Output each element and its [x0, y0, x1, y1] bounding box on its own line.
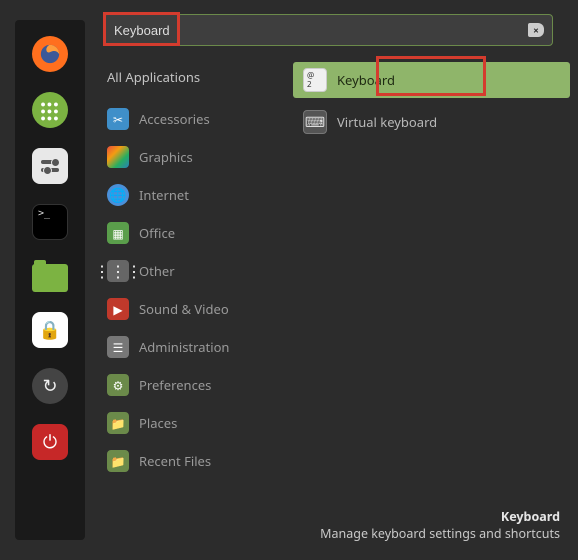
category-sound-video[interactable]: ▶ Sound & Video — [103, 292, 265, 326]
clear-search-icon[interactable]: × — [528, 23, 544, 37]
palette-icon — [107, 146, 129, 168]
category-label: Administration — [139, 338, 229, 356]
footer-description: Manage keyboard settings and shortcuts — [103, 525, 560, 542]
category-label: All Applications — [107, 68, 200, 86]
search-results: Keyboard Virtual keyboard — [293, 62, 570, 502]
settings-icon[interactable] — [32, 148, 68, 184]
result-label: Keyboard — [337, 71, 395, 89]
globe-icon: 🌐 — [107, 184, 129, 206]
category-other[interactable]: ⋮⋮⋮ Other — [103, 254, 265, 288]
category-internet[interactable]: 🌐 Internet — [103, 178, 265, 212]
menu-columns: All Applications ✂ Accessories Graphics … — [103, 62, 570, 502]
apps-grid-icon[interactable]: ●●●●●●●●● — [32, 92, 68, 128]
keyboard-app-icon — [303, 68, 327, 92]
gear-icon: ⚙ — [107, 374, 129, 396]
category-office[interactable]: ▦ Office — [103, 216, 265, 250]
grid-icon: ⋮⋮⋮ — [107, 260, 129, 282]
category-accessories[interactable]: ✂ Accessories — [103, 102, 265, 136]
firefox-icon[interactable] — [32, 36, 68, 72]
category-label: Office — [139, 224, 175, 242]
category-label: Internet — [139, 186, 189, 204]
files-icon[interactable] — [32, 264, 68, 292]
category-places[interactable]: 📁 Places — [103, 406, 265, 440]
folder-icon: 📁 — [107, 412, 129, 434]
result-virtual-keyboard[interactable]: Virtual keyboard — [293, 104, 570, 140]
terminal-icon[interactable] — [32, 204, 68, 240]
result-label: Virtual keyboard — [337, 113, 437, 131]
category-list: All Applications ✂ Accessories Graphics … — [103, 62, 265, 502]
scissors-icon: ✂ — [107, 108, 129, 130]
category-label: Graphics — [139, 148, 193, 166]
category-label: Places — [139, 414, 177, 432]
update-icon[interactable]: ↻ — [32, 368, 68, 404]
list-icon: ☰ — [107, 336, 129, 358]
category-label: Sound & Video — [139, 300, 229, 318]
virtual-keyboard-icon — [303, 110, 327, 134]
start-menu: × All Applications ✂ Accessories Graphic… — [85, 0, 578, 560]
category-administration[interactable]: ☰ Administration — [103, 330, 265, 364]
search-field-container: × — [103, 14, 553, 46]
category-label: Other — [139, 262, 175, 280]
category-preferences[interactable]: ⚙ Preferences — [103, 368, 265, 402]
category-label: Accessories — [139, 110, 210, 128]
folder-clock-icon: 📁 — [107, 450, 129, 472]
power-icon[interactable]: ⏻ — [32, 424, 68, 460]
play-icon: ▶ — [107, 298, 129, 320]
category-label: Preferences — [139, 376, 211, 394]
category-graphics[interactable]: Graphics — [103, 140, 265, 174]
lock-icon[interactable]: 🔒 — [32, 312, 68, 348]
all-applications-heading[interactable]: All Applications — [103, 62, 265, 92]
launcher-sidebar: ●●●●●●●●● 🔒 ↻ ⏻ — [15, 20, 85, 540]
result-keyboard[interactable]: Keyboard — [293, 62, 570, 98]
category-recent-files[interactable]: 📁 Recent Files — [103, 444, 265, 478]
category-label: Recent Files — [139, 452, 211, 470]
menu-footer: Keyboard Manage keyboard settings and sh… — [103, 502, 570, 552]
search-input[interactable] — [114, 23, 528, 38]
spreadsheet-icon: ▦ — [107, 222, 129, 244]
footer-title: Keyboard — [103, 508, 560, 525]
